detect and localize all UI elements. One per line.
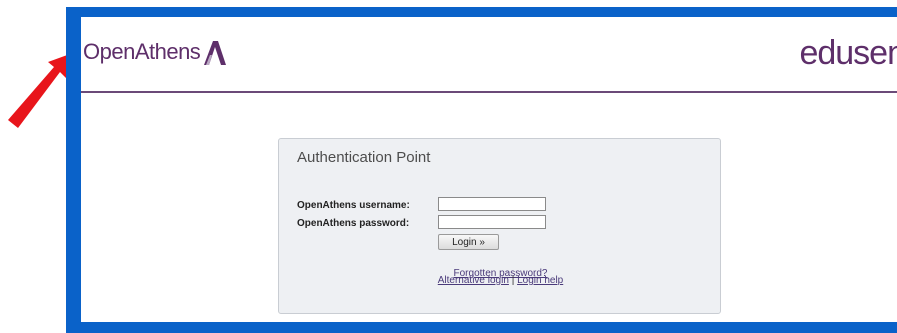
secondary-links-row: Alternative login | Login help (279, 275, 722, 286)
openathens-logo[interactable]: OpenAthens (83, 39, 227, 65)
login-page: OpenAthens edusen Authentication Point O… (81, 17, 897, 322)
link-separator: | (511, 275, 515, 286)
alternative-login-link[interactable]: Alternative login (438, 275, 509, 286)
header-divider (81, 91, 897, 93)
panel-title: Authentication Point (297, 149, 431, 166)
login-help-link[interactable]: Login help (517, 275, 563, 286)
password-input[interactable] (438, 215, 546, 229)
page-header: OpenAthens edusen (81, 17, 897, 93)
login-button[interactable]: Login » (438, 234, 499, 250)
password-label: OpenAthens password: (297, 218, 410, 229)
authentication-panel: Authentication Point OpenAthens username… (278, 138, 721, 314)
eduserv-logo[interactable]: edusen (799, 34, 897, 73)
username-label: OpenAthens username: (297, 200, 410, 211)
username-input[interactable] (438, 197, 546, 211)
openathens-logo-text: OpenAthens (83, 39, 201, 64)
athens-a-logo-icon (204, 41, 227, 65)
